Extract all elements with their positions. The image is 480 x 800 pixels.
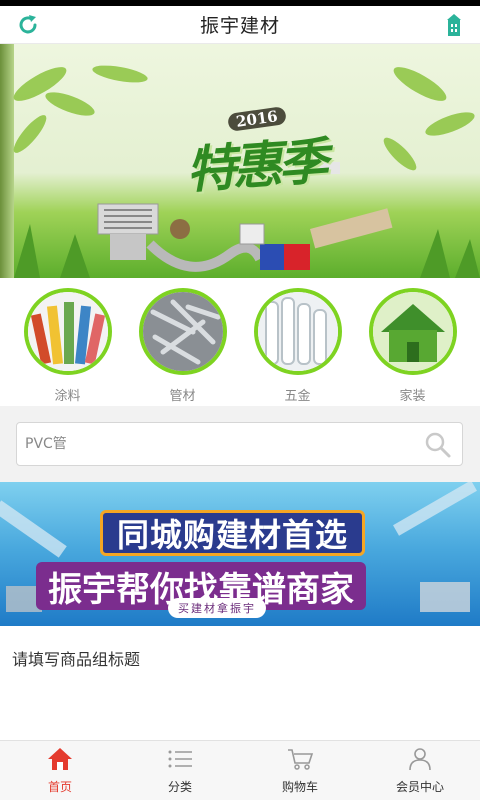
category-label: 五金 [284,389,311,404]
banner-decoration [420,582,470,612]
banner-decoration [393,482,477,536]
screws-image [138,288,227,375]
category-label: 涂料 [54,389,81,404]
home-building-icon[interactable] [442,11,466,39]
promo-line-1: 同城购建材首选 [100,510,366,556]
banner-decoration [0,500,67,558]
search-input[interactable] [25,436,405,452]
tab-category[interactable]: 分类 [120,741,240,800]
category-hardware[interactable]: 五金 [248,280,348,404]
tab-home[interactable]: 首页 [0,741,120,800]
promo-banner[interactable]: 同城购建材首选 振宇帮你找靠谱商家 买建材拿振宇 [0,482,480,626]
tab-member-center[interactable]: 会员中心 [360,741,480,800]
tab-label: 首页 [47,780,72,794]
paint-brushes-image [23,288,112,375]
app-header: 振宇建材 [0,6,480,44]
search-bar[interactable] [16,422,463,466]
promo-line-3: 买建材拿振宇 [168,598,266,618]
green-house-image [368,288,457,375]
hero-banner[interactable]: 2016 特惠季 [0,44,480,278]
bottom-tab-bar: 首页 分类 购物车 会员中心 [0,740,480,800]
tab-label: 购物车 [281,780,318,794]
pvc-pipes-image [253,288,342,375]
banner-headline: 特惠季 [184,131,327,200]
category-pipes[interactable]: 管材 [133,280,233,404]
cart-icon [286,747,314,775]
category-home-decor[interactable]: 家装 [363,280,463,404]
product-group-title: 请填写商品组标题 [12,650,141,669]
tab-cart[interactable]: 购物车 [240,741,360,800]
page-title: 振宇建材 [199,15,280,37]
list-icon [166,747,194,775]
category-label: 管材 [169,389,196,404]
tab-label: 会员中心 [395,780,444,794]
user-icon [407,747,433,775]
category-nav: 涂料 管材 五金 家装 [0,280,480,404]
search-icon[interactable] [424,431,452,463]
refresh-icon[interactable] [14,11,42,39]
home-icon [47,747,73,775]
tab-label: 分类 [167,780,192,794]
category-label: 家装 [399,389,426,404]
category-paint[interactable]: 涂料 [18,280,118,404]
search-section [0,406,480,482]
